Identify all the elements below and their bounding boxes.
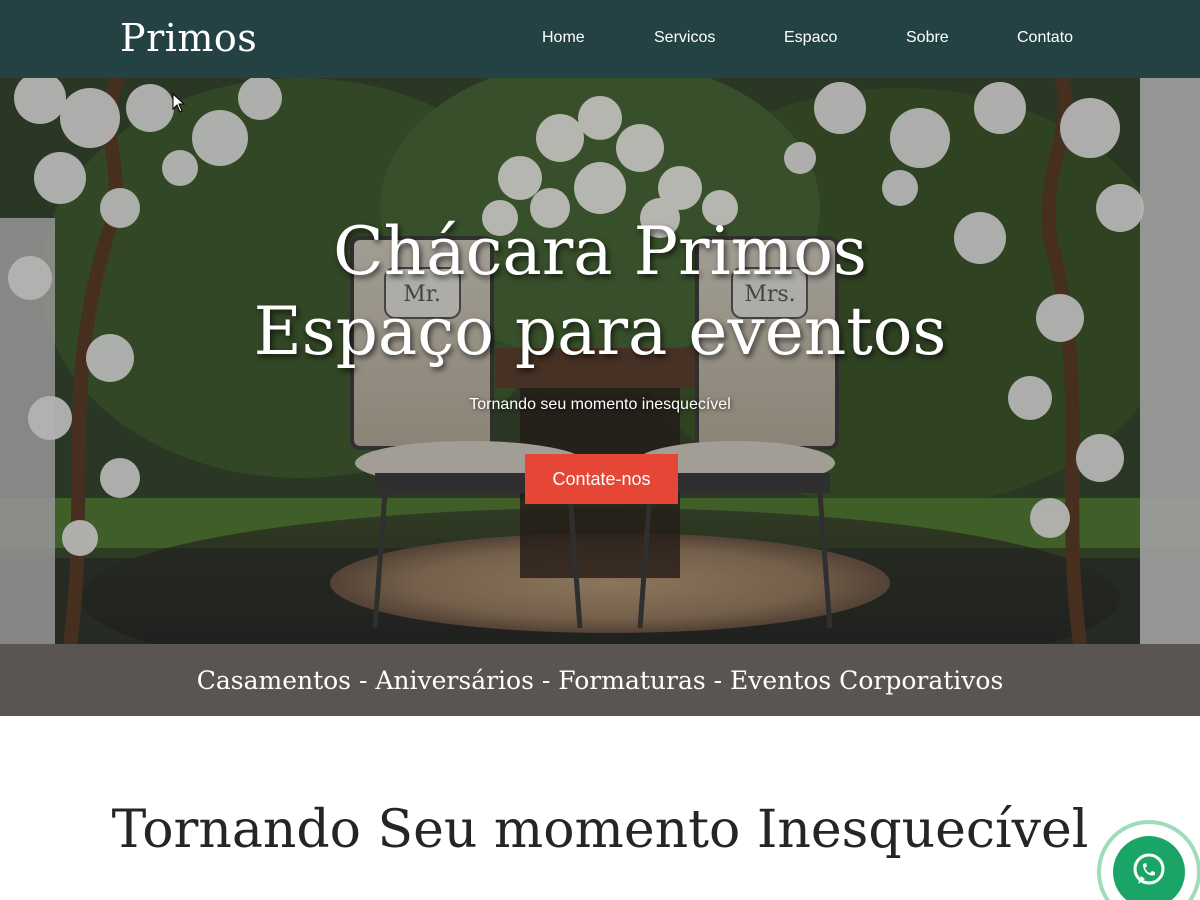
mouse-cursor-icon: [172, 93, 186, 113]
services-strip: Casamentos - Aniversários - Formaturas -…: [0, 644, 1200, 716]
hero-section: Mr. Mrs. Chácara Primos Espaço para even…: [0, 78, 1200, 644]
nav-espaco[interactable]: Espaco: [784, 29, 837, 47]
hero-subtitle: Tornando seu momento inesquecível: [469, 396, 731, 413]
site-logo[interactable]: Primos: [120, 16, 257, 60]
nav-sobre[interactable]: Sobre: [906, 29, 949, 47]
hero-title-line-1: Chácara Primos: [333, 213, 867, 290]
whatsapp-button[interactable]: [1113, 836, 1185, 900]
nav-home[interactable]: Home: [542, 29, 585, 47]
whatsapp-icon: [1133, 853, 1165, 885]
section-heading: Tornando Seu momento Inesquecível: [111, 800, 1089, 860]
hero-title-line-2: Espaço para eventos: [253, 293, 947, 370]
site-header: Primos Home Servicos Espaco Sobre Contat…: [0, 0, 1200, 78]
nav-contato[interactable]: Contato: [1017, 29, 1073, 47]
services-list: Casamentos - Aniversários - Formaturas -…: [196, 665, 1004, 695]
nav-servicos[interactable]: Servicos: [654, 29, 715, 47]
contact-us-button[interactable]: Contate-nos: [525, 454, 678, 504]
